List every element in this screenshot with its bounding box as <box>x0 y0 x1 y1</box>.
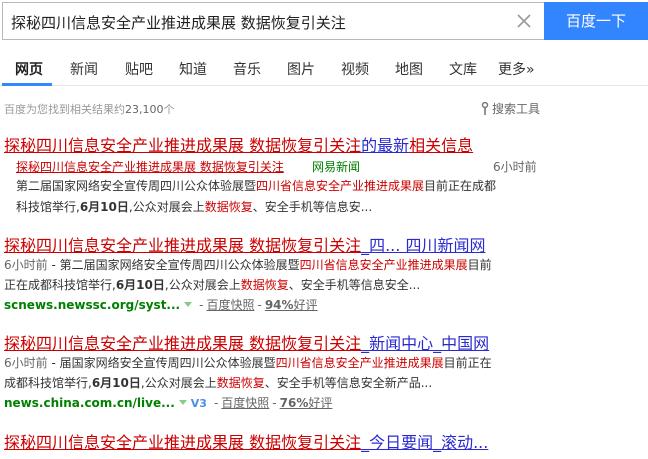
result-title-tail[interactable]: _新闻中心_中国网 <box>361 334 489 353</box>
count-suffix: 个 <box>163 103 175 116</box>
snippet-text: 目前正在 <box>443 356 492 370</box>
snippet-text: - 第二届国家网络安全宣传周四川公众体验展暨 <box>47 258 300 272</box>
result-url[interactable]: news.china.com.cn/live... <box>4 396 175 410</box>
search-input[interactable]: 探秘四川信息安全产业推进成果展 数据恢复引关注 <box>2 2 544 40</box>
tab-images[interactable]: 图片 <box>287 59 315 79</box>
snippet-date: 6月10日 <box>115 278 165 292</box>
result-snippet: 科技馆举行,6月10日,公众对展会上数据恢复、安全手机等信息安... <box>16 197 372 218</box>
wrench-icon <box>481 102 489 115</box>
rating-label[interactable]: 好评 <box>294 298 318 312</box>
snippet-highlight: 数据恢复 <box>240 278 289 292</box>
snippet-highlight: 四川省信息安全产业推进成果展 <box>256 179 425 193</box>
snippet-text: 、安全手机等信息安全新产品... <box>264 376 433 390</box>
snippet-text: ,公众对展会上 <box>164 278 241 292</box>
news-sub-source: 网易新闻 <box>312 160 361 174</box>
snippet-date: 6月10日 <box>91 376 141 390</box>
snippet-text: ,公众对展会上 <box>140 376 217 390</box>
snippet-text: 科技馆举行, <box>16 200 80 214</box>
result-url[interactable]: scnews.newssc.org/syst... <box>4 298 180 312</box>
news-sub-time: 6小时前 <box>493 160 537 174</box>
result-title[interactable]: 探秘四川信息安全产业推进成果展 数据恢复引关注的最新相关信息 <box>4 132 473 156</box>
result-title-highlight[interactable]: 探秘四川信息安全产业推进成果展 数据恢复引关注 <box>4 433 361 452</box>
tab-tieba[interactable]: 贴吧 <box>125 59 153 79</box>
result-title-tail-highlight[interactable]: 相关信息 <box>409 136 473 155</box>
search-tools-button[interactable]: 搜索工具 <box>480 100 540 117</box>
snippet-text: 目前 <box>467 258 492 272</box>
search-query-text[interactable]: 探秘四川信息安全产业推进成果展 数据恢复引关注 <box>11 12 346 33</box>
news-sub-title[interactable]: 探秘四川信息安全产业推进成果展 数据恢复引关注 <box>16 158 284 175</box>
v3-badge-icon[interactable]: V3 <box>191 393 207 414</box>
cache-link[interactable]: 百度快照 <box>221 396 269 410</box>
snippet-text: 第二届国家网络安全宣传周四川公众体验展暨 <box>16 179 257 193</box>
result-title-tail[interactable]: 的最新 <box>361 136 409 155</box>
separator: - <box>272 396 277 410</box>
chevron-down-icon[interactable] <box>184 302 193 307</box>
search-tabs: 网页 新闻 贴吧 知道 音乐 图片 视频 地图 文库 更多» <box>0 52 648 86</box>
snippet-text: 正在成都科技馆举行, <box>4 278 116 292</box>
search-tools-label: 搜索工具 <box>492 102 541 116</box>
separator: - <box>213 396 219 410</box>
result-snippet: 第二届国家网络安全宣传周四川公众体验展暨四川省信息安全产业推进成果展目前正在成都 <box>16 176 496 197</box>
snippet-date: 6月10日 <box>79 200 129 214</box>
tab-web[interactable]: 网页 <box>15 59 43 79</box>
snippet-highlight: 四川省信息安全产业推进成果展 <box>275 356 444 370</box>
search-bar: 探秘四川信息安全产业推进成果展 数据恢复引关注 百度一下 <box>0 2 648 40</box>
snippet-text: 、安全手机等信息安... <box>252 200 373 214</box>
result-count: 百度为您找到相关结果约23,100个 <box>4 101 175 117</box>
cache-link[interactable]: 百度快照 <box>206 298 254 312</box>
result-title[interactable]: 探秘四川信息安全产业推进成果展 数据恢复引关注_新闻中心_中国网 <box>4 330 489 354</box>
result-snippet: 6小时前 - 第二届国家网络安全宣传周四川公众体验展暨四川省信息安全产业推进成果… <box>4 255 492 276</box>
snippet-highlight: 数据恢复 <box>204 200 253 214</box>
rating-score[interactable]: 76% <box>280 396 309 410</box>
search-button[interactable]: 百度一下 <box>544 2 648 40</box>
chevron-down-icon[interactable] <box>178 400 187 405</box>
tab-zhidao[interactable]: 知道 <box>179 59 207 79</box>
snippet-text: - 届国家网络安全宣传周四川公众体验展暨 <box>47 356 276 370</box>
result-title-highlight[interactable]: 探秘四川信息安全产业推进成果展 数据恢复引关注 <box>4 136 361 155</box>
result-title-highlight[interactable]: 探秘四川信息安全产业推进成果展 数据恢复引关注 <box>4 334 361 353</box>
result-meta: scnews.newssc.org/syst... - 百度快照 -94%好评 <box>4 295 318 316</box>
snippet-highlight: 数据恢复 <box>216 376 265 390</box>
clear-icon[interactable] <box>514 11 534 31</box>
tab-wenku[interactable]: 文库 <box>449 59 477 79</box>
active-tab-indicator <box>2 83 52 86</box>
separator: - <box>199 298 204 312</box>
result-title-tail[interactable]: _今日要闻_滚动... <box>361 433 488 452</box>
result-meta: news.china.com.cn/live... V3- 百度快照 -76%好评 <box>4 393 332 414</box>
count-value: 23,100 <box>125 103 164 116</box>
tab-more[interactable]: 更多» <box>498 59 535 79</box>
result-title[interactable]: 探秘四川信息安全产业推进成果展 数据恢复引关注_今日要闻_滚动... <box>4 429 488 453</box>
result-time: 6小时前 <box>4 356 48 370</box>
tab-map[interactable]: 地图 <box>395 59 423 79</box>
snippet-highlight: 四川省信息安全产业推进成果展 <box>299 258 468 272</box>
snippet-text: 目前正在成都 <box>424 179 497 193</box>
result-snippet: 正在成都科技馆举行,6月10日,公众对展会上数据恢复、安全手机等信息安全... <box>4 275 420 296</box>
snippet-text: ,公众对展会上 <box>128 200 205 214</box>
result-title-highlight[interactable]: 探秘四川信息安全产业推进成果展 数据恢复引关注 <box>4 236 361 255</box>
count-prefix: 百度为您找到相关结果约 <box>4 103 125 116</box>
tab-video[interactable]: 视频 <box>341 59 369 79</box>
tab-news[interactable]: 新闻 <box>70 59 98 79</box>
result-time: 6小时前 <box>4 258 48 272</box>
tab-music[interactable]: 音乐 <box>233 59 261 79</box>
result-title[interactable]: 探秘四川信息安全产业推进成果展 数据恢复引关注_四... 四川新闻网 <box>4 232 485 256</box>
snippet-text: 、安全手机等信息安全... <box>288 278 421 292</box>
result-snippet: 6小时前 - 届国家网络安全宣传周四川公众体验展暨四川省信息安全产业推进成果展目… <box>4 353 492 374</box>
rating-score[interactable]: 94% <box>265 298 294 312</box>
rating-label[interactable]: 好评 <box>308 396 332 410</box>
snippet-text: 成都科技馆举行, <box>4 376 92 390</box>
result-title-tail[interactable]: _四... 四川新闻网 <box>361 236 485 255</box>
result-snippet: 成都科技馆举行,6月10日,公众对展会上数据恢复、安全手机等信息安全新产品... <box>4 373 432 394</box>
separator: - <box>257 298 262 312</box>
